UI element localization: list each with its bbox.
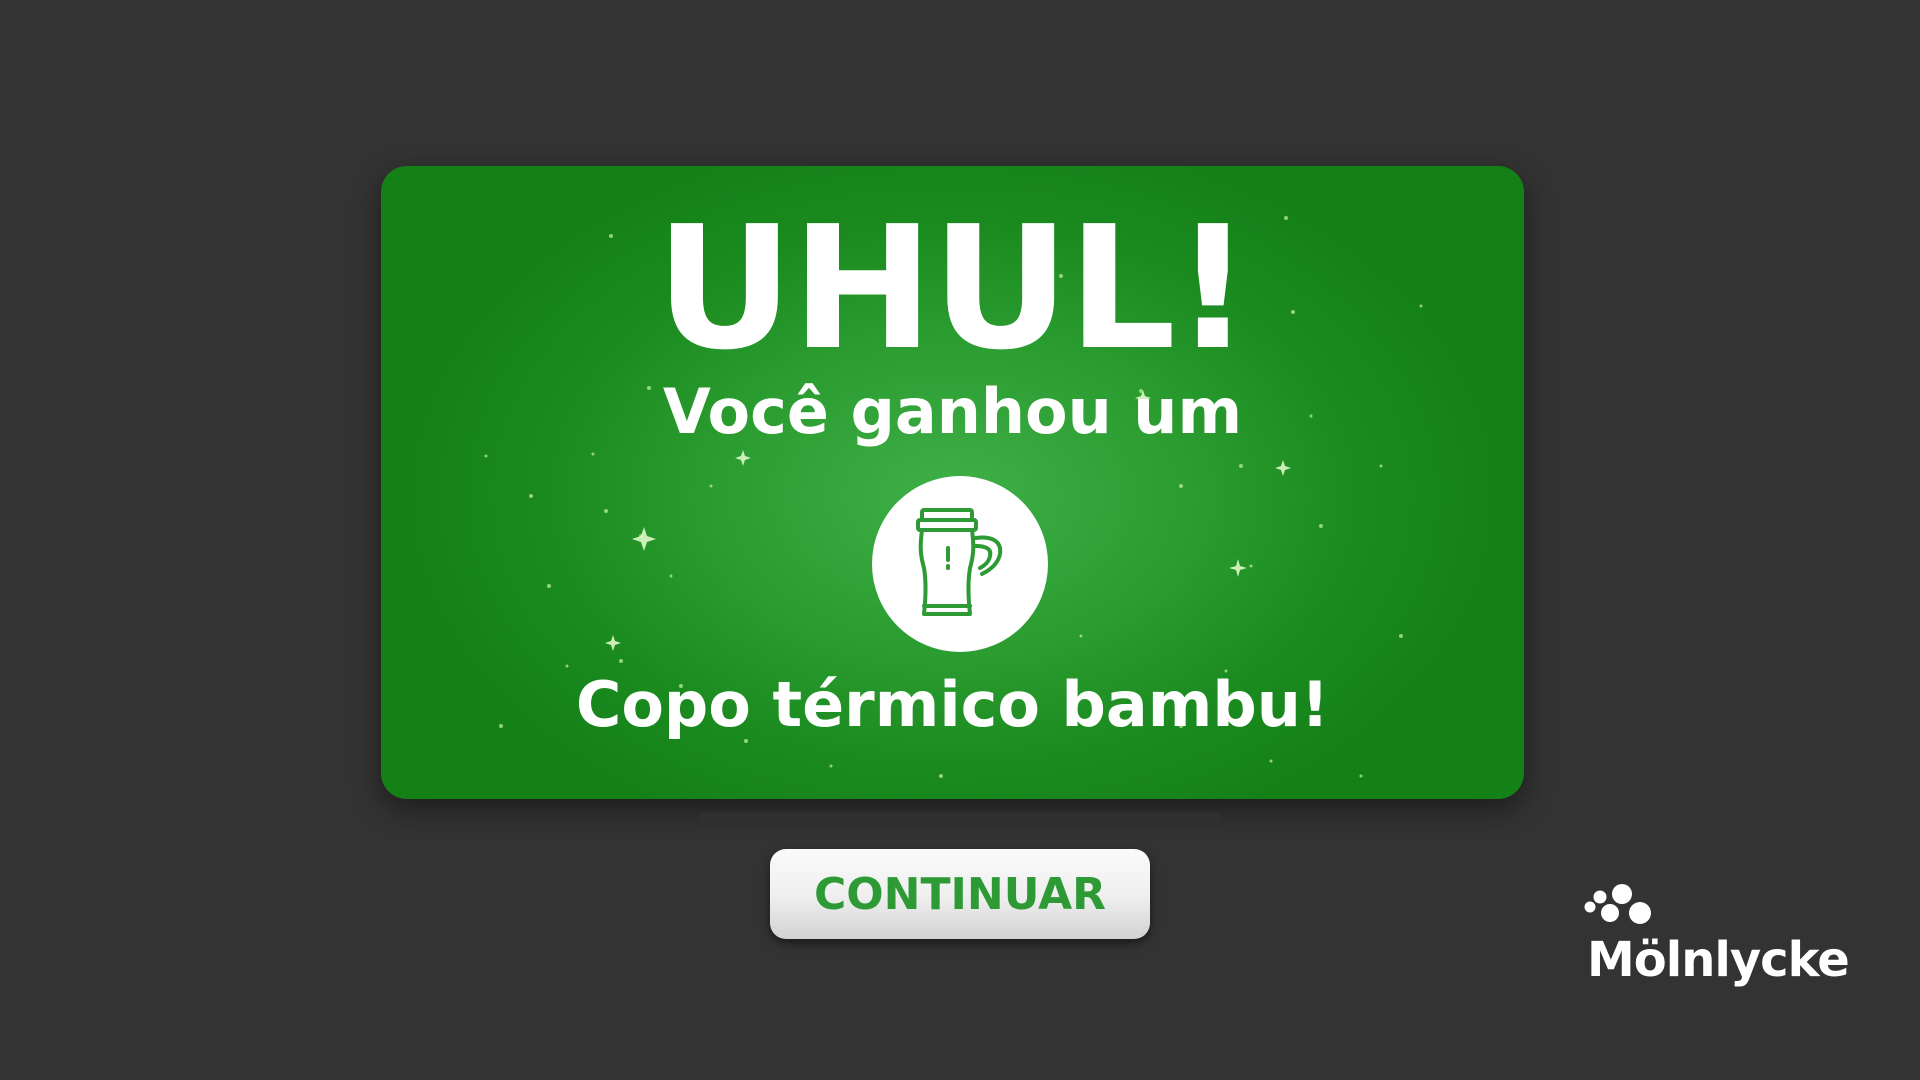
travel-mug-icon <box>916 508 1003 616</box>
prize-name: Copo térmico bambu! <box>575 668 1330 741</box>
brand-logo: Mölnlycke <box>1580 880 1850 1000</box>
divider <box>700 813 1220 827</box>
prize-icon-badge <box>872 476 1048 652</box>
prize-subline: Você ganhou um <box>662 375 1243 448</box>
prize-card: UHUL! Você ganhou um Copo térmico bambu! <box>381 166 1524 799</box>
continue-button[interactable]: CONTINUAR <box>770 849 1150 939</box>
prize-headline: UHUL! <box>655 190 1251 388</box>
molnlycke-dots-logo <box>1584 884 1651 924</box>
brand-name: Mölnlycke <box>1587 932 1850 988</box>
